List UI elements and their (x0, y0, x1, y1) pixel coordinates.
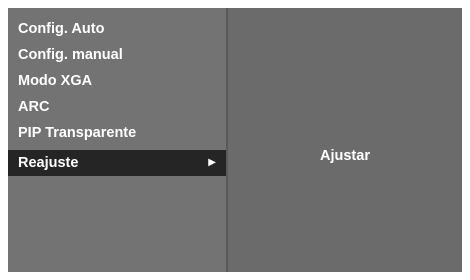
menu-list: Config. Auto Config. manual Modo XGA ARC… (8, 8, 228, 272)
menu-item-pip-transparente[interactable]: PIP Transparente (8, 120, 226, 146)
menu-item-label: ARC (18, 99, 50, 115)
menu-item-label: Config. Auto (18, 21, 105, 37)
menu-item-reajuste[interactable]: Reajuste ▶ (8, 150, 226, 176)
menu-item-arc[interactable]: ARC (8, 94, 226, 120)
menu-item-label: Modo XGA (18, 73, 93, 89)
menu-item-label: PIP Transparente (18, 125, 137, 141)
menu-item-config-auto[interactable]: Config. Auto (8, 16, 226, 42)
triangle-right-icon: ▶ (208, 157, 216, 168)
menu-item-modo-xga[interactable]: Modo XGA (8, 68, 226, 94)
menu-item-label: Reajuste (18, 155, 79, 171)
menu-item-config-manual[interactable]: Config. manual (8, 42, 226, 68)
osd-menu-window: Config. Auto Config. manual Modo XGA ARC… (8, 8, 462, 272)
ajustar-option[interactable]: Ajustar (228, 148, 462, 164)
menu-item-label: Config. manual (18, 47, 123, 63)
detail-panel: Ajustar (228, 8, 462, 272)
